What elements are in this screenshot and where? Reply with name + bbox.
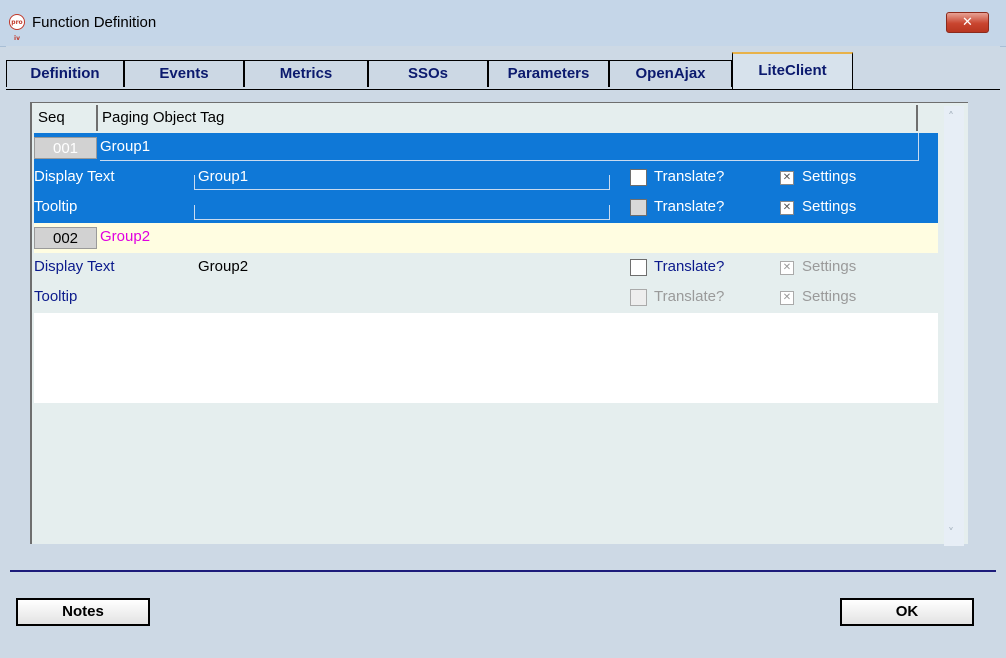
tab-liteclient[interactable]: LiteClient: [732, 52, 853, 90]
tab-events[interactable]: Events: [124, 60, 244, 87]
seq-cell[interactable]: 002: [34, 227, 97, 249]
paging-tag-field[interactable]: Group1: [100, 133, 919, 161]
tooltip-row-1: Tooltip Translate? ✕ Settings: [34, 193, 938, 223]
scroll-down-arrow-icon[interactable]: ˅: [948, 526, 954, 540]
settings-label: Settings: [802, 288, 857, 305]
ok-button[interactable]: OK: [840, 598, 974, 626]
display-text-label: Display Text: [34, 258, 115, 275]
tooltip-label: Tooltip: [34, 198, 78, 215]
dialog-body: Definition Events Metrics SSOs Parameter…: [6, 46, 1000, 652]
settings-checkbox[interactable]: ✕: [780, 201, 794, 215]
tooltip-field[interactable]: [194, 205, 610, 220]
translate-label: Translate?: [654, 288, 725, 305]
translate-checkbox-disabled: [630, 289, 647, 306]
translate-checkbox[interactable]: [630, 259, 647, 276]
close-button[interactable]: ✕: [946, 12, 989, 33]
translate-label: Translate?: [654, 168, 725, 185]
scroll-up-arrow-icon[interactable]: ˄: [948, 110, 954, 124]
footer-separator: [10, 570, 996, 572]
settings-label: Settings: [802, 168, 857, 185]
window-title: Function Definition: [32, 14, 157, 31]
tab-parameters[interactable]: Parameters: [488, 60, 609, 87]
column-header-paging-object-tag[interactable]: Paging Object Tag: [98, 105, 918, 131]
tab-baseline: [6, 89, 1000, 90]
display-text-field[interactable]: [194, 175, 610, 190]
paging-tag-value[interactable]: Group2: [100, 223, 150, 251]
column-header-seq[interactable]: Seq: [34, 105, 98, 131]
translate-label: Translate?: [654, 198, 725, 215]
tab-openajax[interactable]: OpenAjax: [609, 60, 732, 87]
tab-metrics[interactable]: Metrics: [244, 60, 368, 87]
display-text-value: Group1: [198, 168, 249, 185]
title-bar: pro iv Function Definition ✕: [0, 0, 1006, 47]
vertical-scrollbar[interactable]: ˄ ˅: [944, 106, 964, 546]
notes-button[interactable]: Notes: [16, 598, 150, 626]
display-text-value[interactable]: Group2: [198, 253, 248, 281]
translate-checkbox-disabled: [630, 199, 647, 216]
settings-checkbox-disabled: ✕: [780, 291, 794, 305]
paging-tag-value: Group1: [100, 138, 151, 155]
paging-object-grid: Seq Paging Object Tag 001 Group1 Display…: [30, 102, 968, 546]
app-icon: pro iv: [9, 14, 25, 42]
display-text-label: Display Text: [34, 168, 115, 185]
tab-definition[interactable]: Definition: [6, 60, 124, 87]
liteclient-panel: Seq Paging Object Tag 001 Group1 Display…: [10, 98, 994, 568]
seq-cell[interactable]: 001: [34, 137, 97, 159]
display-text-row-1: Display Text Group1 Translate? ✕ Setting…: [34, 163, 938, 193]
tab-bar: Definition Events Metrics SSOs Parameter…: [6, 46, 1000, 90]
tooltip-label: Tooltip: [34, 288, 78, 305]
empty-grid-area: [34, 313, 938, 403]
settings-label: Settings: [802, 258, 857, 275]
group-row-2[interactable]: 002 Group2: [34, 223, 938, 253]
translate-checkbox[interactable]: [630, 169, 647, 186]
group-row-1[interactable]: 001 Group1: [34, 133, 938, 163]
tooltip-row-2: Tooltip Translate? ✕ Settings: [34, 283, 938, 313]
settings-label: Settings: [802, 198, 857, 215]
display-text-row-2: Display Text Group2 Translate? ✕ Setting…: [34, 253, 938, 283]
settings-checkbox-disabled: ✕: [780, 261, 794, 275]
translate-label: Translate?: [654, 258, 725, 275]
tab-ssos[interactable]: SSOs: [368, 60, 488, 87]
settings-checkbox[interactable]: ✕: [780, 171, 794, 185]
